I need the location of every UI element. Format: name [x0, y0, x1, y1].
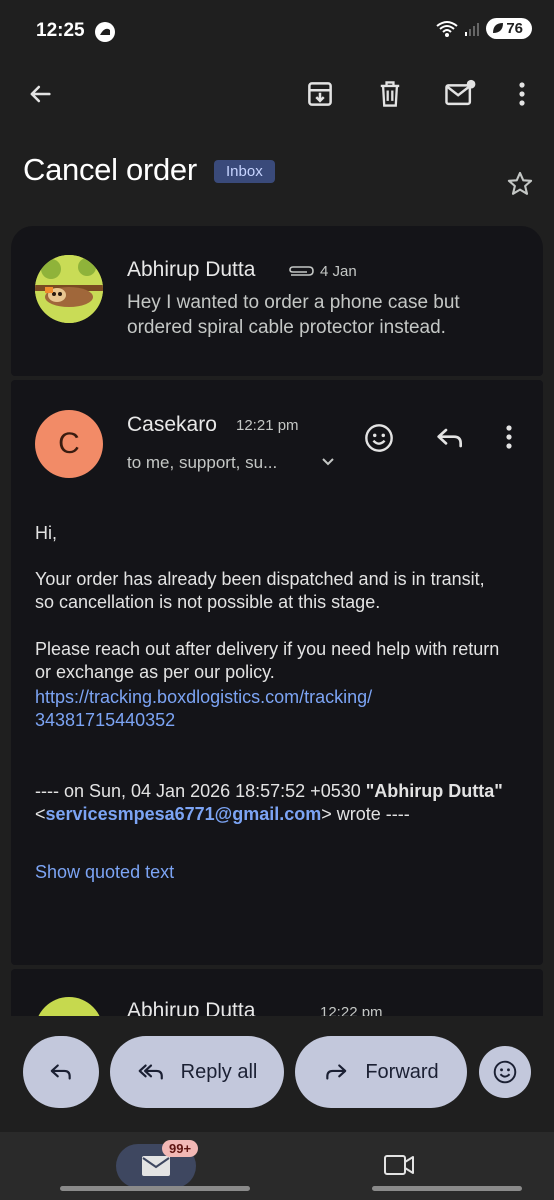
body-greeting: Hi,: [35, 523, 57, 543]
message-date: 4 Jan: [320, 263, 357, 280]
quote-suffix: > wrote ----: [321, 804, 410, 824]
quote-prefix: ---- on Sun, 04 Jan 2026 18:57:52 +0530: [35, 781, 366, 801]
reply-all-button[interactable]: Reply all: [110, 1036, 284, 1108]
delete-button[interactable]: [368, 72, 412, 116]
sloth-avatar[interactable]: [35, 255, 103, 323]
archive-button[interactable]: [298, 72, 342, 116]
email-subject: Cancel order: [23, 152, 197, 187]
message-card-expanded: C Casekaro 12:21 pm to me, support, su..…: [11, 380, 543, 965]
gesture-bar-right: [372, 1186, 522, 1191]
mail-icon: [141, 1154, 171, 1178]
forward-button[interactable]: Forward: [295, 1036, 467, 1108]
unread-count-badge: 99+: [162, 1140, 199, 1157]
status-icons: 76: [436, 18, 532, 39]
more-options-button[interactable]: [500, 72, 544, 116]
body-paragraph-1: Your order has already been dispatched a…: [35, 569, 485, 612]
quote-email-link[interactable]: servicesmpesa6771@gmail.com: [46, 804, 322, 824]
sender-avatar[interactable]: C: [35, 410, 103, 478]
forward-icon: [323, 1059, 349, 1085]
quote-sender-name: "Abhirup Dutta": [365, 781, 503, 801]
nav-meet-tab[interactable]: [383, 1152, 415, 1178]
chevron-down-icon[interactable]: [320, 456, 336, 468]
signal-icon: [464, 21, 480, 37]
forward-label: Forward: [365, 1060, 439, 1083]
battery-leaf-icon: [491, 21, 505, 35]
star-button[interactable]: [500, 164, 540, 204]
status-time: 12:25: [36, 20, 85, 41]
quote-header: ---- on Sun, 04 Jan 2026 18:57:52 +0530 …: [35, 780, 525, 826]
message-card-collapsed[interactable]: Abhirup Dutta 4 Jan Hey I wanted to orde…: [11, 226, 543, 376]
wifi-icon: [436, 20, 458, 38]
mark-unread-button[interactable]: [438, 72, 482, 116]
add-reaction-icon[interactable]: [363, 422, 395, 454]
reply-icon[interactable]: [434, 422, 466, 454]
sender-name: Casekaro: [127, 413, 217, 436]
reply-button[interactable]: [23, 1036, 99, 1108]
reply-all-icon: [137, 1059, 165, 1085]
recipients-summary[interactable]: to me, support, su...: [127, 453, 277, 473]
tracking-link-line-2[interactable]: 34381715440352: [35, 709, 372, 732]
attachment-icon: [285, 264, 315, 278]
message-more-icon[interactable]: [505, 424, 513, 450]
sender-name: Abhirup Dutta: [127, 258, 256, 281]
body-paragraph-2: Please reach out after delivery if you n…: [35, 639, 500, 682]
tracking-link-line-1[interactable]: https://tracking.boxdlogistics.com/track…: [35, 686, 372, 709]
reply-icon: [48, 1059, 74, 1085]
show-quoted-text-link[interactable]: Show quoted text: [35, 862, 174, 883]
inbox-label-chip[interactable]: Inbox: [214, 160, 275, 183]
reply-all-label: Reply all: [180, 1060, 258, 1083]
video-camera-icon: [383, 1152, 415, 1178]
sync-status-icon: [95, 22, 115, 42]
battery-level: 76: [506, 20, 523, 37]
emoji-icon: [492, 1059, 518, 1085]
quote-lt: <: [35, 804, 46, 824]
battery-indicator: 76: [486, 18, 532, 39]
gesture-bar-left: [60, 1186, 250, 1191]
message-snippet: Hey I wanted to order a phone case but o…: [127, 292, 460, 338]
tracking-link[interactable]: https://tracking.boxdlogistics.com/track…: [35, 686, 372, 732]
emoji-reaction-button[interactable]: [479, 1046, 531, 1098]
message-time: 12:21 pm: [236, 417, 299, 434]
back-button[interactable]: [18, 72, 62, 116]
